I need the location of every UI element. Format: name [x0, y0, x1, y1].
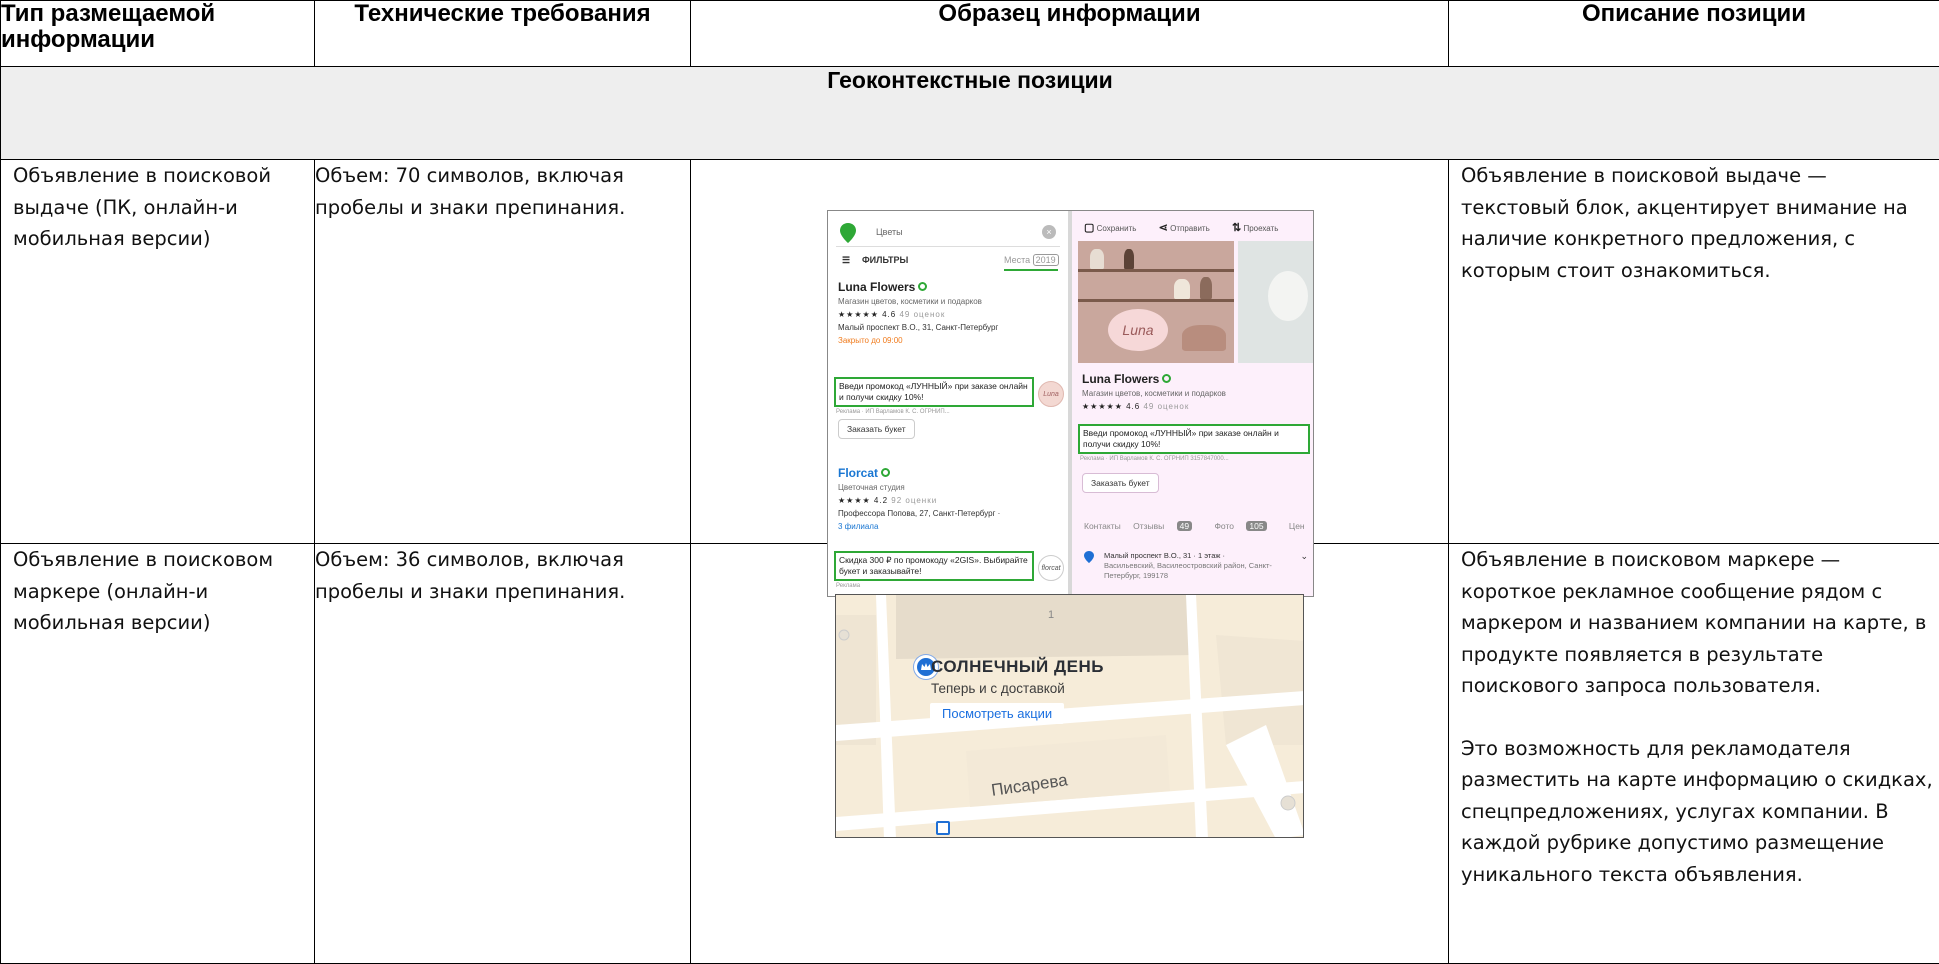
- table-row: Объявление в поисковой выдаче (ПК, онлай…: [1, 160, 1939, 544]
- header-requirements: Технические требования: [315, 1, 691, 67]
- verified-icon: [918, 282, 927, 291]
- requirements-table: Тип размещаемой информации Технические т…: [0, 0, 1939, 964]
- active-tab-indicator: [1004, 269, 1058, 271]
- view-promotions-button[interactable]: Посмотреть акции: [930, 703, 1064, 724]
- row-description: Объявление в поисковой выдаче — текстовы…: [1449, 160, 1939, 544]
- tab-prices[interactable]: Цен: [1289, 521, 1305, 531]
- order-button[interactable]: Заказать букет: [838, 419, 915, 439]
- verified-icon: [1162, 374, 1171, 383]
- tab-reviews[interactable]: Отзывы 49: [1133, 521, 1202, 531]
- rating-stars: ★★★★★: [838, 310, 879, 319]
- places-count: Места 2019: [1004, 255, 1059, 265]
- clear-icon: ×: [1042, 225, 1056, 239]
- company-photo: [1238, 241, 1314, 363]
- route-icon: ⇅: [1232, 222, 1241, 234]
- row-description: Объявление в поисковом маркере — коротко…: [1449, 544, 1939, 964]
- building-number: 1: [1048, 609, 1054, 621]
- header-description: Описание позиции: [1449, 1, 1939, 67]
- company-logo: Luna: [1038, 381, 1064, 407]
- section-title: Геоконтекстные позиции: [1, 67, 1939, 160]
- tab-contacts[interactable]: Контакты: [1084, 521, 1121, 531]
- map-background: [836, 595, 1304, 838]
- row-requirements: Объем: 36 символов, включая пробелы и зн…: [315, 544, 691, 964]
- row-requirements: Объем: 70 символов, включая пробелы и зн…: [315, 160, 691, 544]
- list-item: Florcat Цветочная студия ★★★★ 4.2 92 оце…: [838, 465, 1062, 533]
- route-action[interactable]: ⇅ Проехать: [1232, 224, 1288, 233]
- send-action[interactable]: ⋖ Отправить: [1159, 224, 1220, 233]
- ad-text-box: Введи промокод «ЛУННЫЙ» при заказе онлай…: [834, 377, 1034, 407]
- order-button[interactable]: Заказать букет: [1082, 473, 1159, 493]
- results-panel: Цветы × ☰ФИЛЬТРЫ Места 2019 Luna Flowers…: [828, 211, 1068, 597]
- crown-icon: [921, 662, 931, 672]
- map-pin-icon: [840, 223, 856, 243]
- tab-photo[interactable]: Фото 105: [1214, 521, 1276, 531]
- card-actions: ▢ Сохранить ⋖ Отправить ⇅ Проехать: [1084, 221, 1298, 234]
- list-item: Luna Flowers Магазин цветов, косметики и…: [838, 279, 1062, 347]
- filter-icon: ☰: [842, 255, 854, 266]
- marker-ad-text: Теперь и с доставкой: [931, 681, 1065, 696]
- map-marker-mockup: 1 СОЛНЕЧНЫЙ ДЕНЬ Теперь и с доставкой По…: [835, 594, 1304, 838]
- section-row: Геоконтекстные позиции: [1, 67, 1939, 160]
- filters: ☰ФИЛЬТРЫ: [842, 255, 908, 266]
- verified-icon: [881, 468, 890, 477]
- header-sample: Образец информации: [691, 1, 1449, 67]
- company-photo: Luna: [1078, 241, 1234, 363]
- search-query: Цветы: [876, 227, 903, 237]
- card-tabs: Контакты Отзывы 49 Фото 105 Цен ›: [1084, 521, 1314, 531]
- search-results-mockup: Цветы × ☰ФИЛЬТРЫ Места 2019 Luna Flowers…: [827, 210, 1314, 597]
- ad-text-box: Введи промокод «ЛУННЫЙ» при заказе онлай…: [1078, 424, 1310, 454]
- bus-stop-icon: [936, 821, 950, 835]
- search-bar: Цветы ×: [836, 219, 1060, 247]
- header-row: Тип размещаемой информации Технические т…: [1, 1, 1939, 67]
- rating-stars: ★★★★: [838, 496, 871, 505]
- row-sample: 1 СОЛНЕЧНЫЙ ДЕНЬ Теперь и с доставкой По…: [691, 544, 1449, 964]
- card-info: Luna Flowers Магазин цветов, косметики и…: [1082, 371, 1308, 413]
- row-type: Объявление в поисковой выдаче (ПК, онлай…: [1, 160, 315, 544]
- row-type: Объявление в поисковом маркере (онлайн-и…: [1, 544, 315, 964]
- table-row: Объявление в поисковом маркере (онлайн-и…: [1, 544, 1939, 964]
- header-type: Тип размещаемой информации: [1, 1, 315, 67]
- bookmark-icon: ▢: [1084, 222, 1094, 234]
- company-name: СОЛНЕЧНЫЙ ДЕНЬ: [931, 657, 1104, 677]
- company-card: ▢ Сохранить ⋖ Отправить ⇅ Проехать Luna: [1072, 211, 1314, 597]
- share-icon: ⋖: [1159, 222, 1168, 234]
- save-action[interactable]: ▢ Сохранить: [1084, 224, 1146, 233]
- rating-stars: ★★★★★: [1082, 402, 1123, 411]
- row-sample: Цветы × ☰ФИЛЬТРЫ Места 2019 Luna Flowers…: [691, 160, 1449, 544]
